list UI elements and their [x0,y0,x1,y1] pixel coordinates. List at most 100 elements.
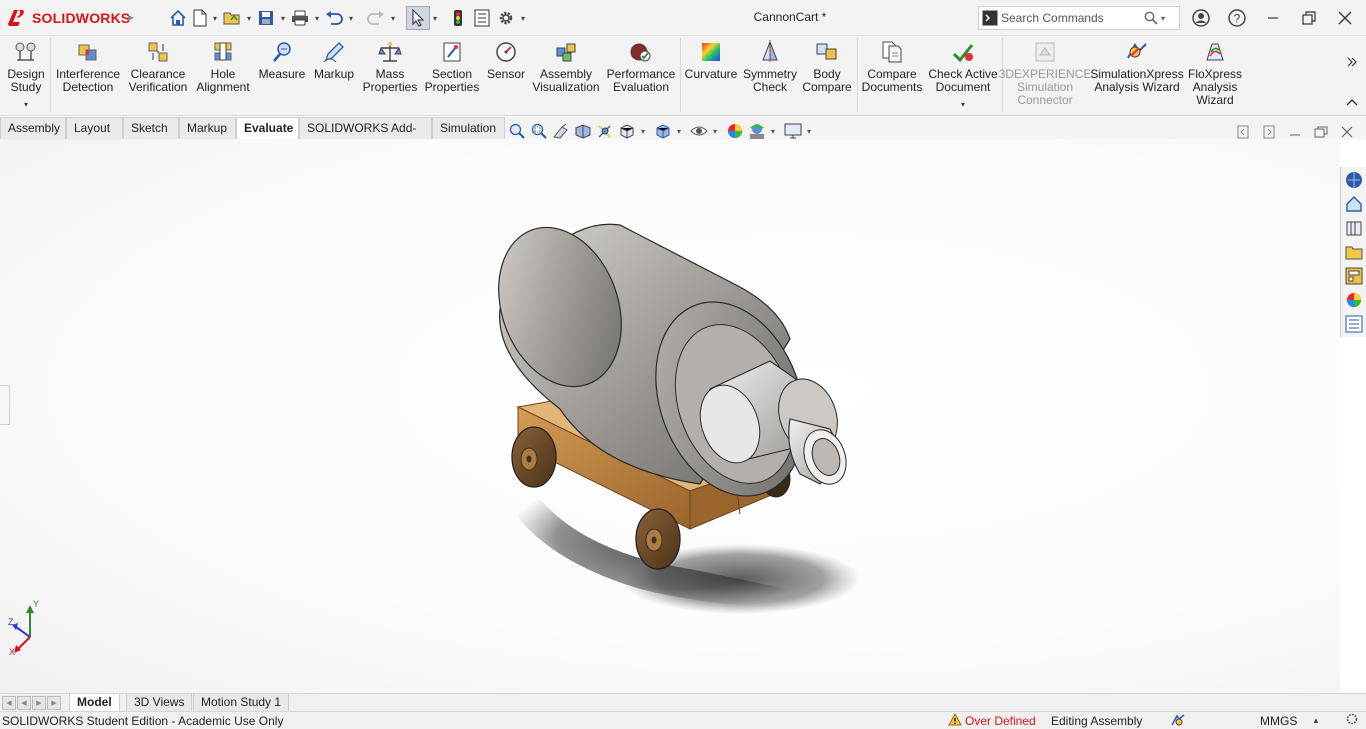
measure-button[interactable]: Measure [258,40,306,81]
design-study-dropdown-icon[interactable]: ▾ [24,98,28,111]
account-icon[interactable] [1186,6,1216,30]
last-tab-arrow-icon[interactable]: ▶ [47,696,61,710]
graphics-area[interactable]: Y Z X [0,139,1340,694]
minimize-icon[interactable] [1258,6,1288,30]
tab-simulation[interactable]: Simulation [432,117,505,139]
appearances-icon[interactable] [1344,290,1364,310]
interference-detection-button[interactable]: Interference Detection [56,40,120,94]
tab-solidworks-add-ins[interactable]: SOLIDWORKS Add-Ins [299,117,432,156]
check-document-dropdown-icon[interactable]: ▾ [961,98,965,111]
tab-motion-study-1[interactable]: Motion Study 1 [193,694,290,712]
hole-alignment-button[interactable]: Hole Alignment [196,40,250,94]
options-dropdown-icon[interactable]: ▾ [518,14,528,23]
search-icon[interactable] [1141,11,1161,25]
tab-model[interactable]: Model [69,694,120,712]
rebuild-status-icon[interactable] [1170,713,1188,727]
print-dropdown-icon[interactable]: ▾ [312,14,322,23]
feature-manager-expand-handle[interactable] [0,385,10,425]
viewport-restore-icon[interactable] [1312,124,1330,140]
tab-evaluate[interactable]: Evaluate [236,117,299,139]
command-prompt-icon [979,7,1001,29]
save-icon[interactable] [254,6,278,30]
tab-sketch[interactable]: Sketch [123,117,179,139]
open-icon[interactable] [220,6,244,30]
ds-logo-icon [8,10,24,26]
options-gear-icon[interactable] [494,6,518,30]
edition-text: SOLIDWORKS Student Edition - Academic Us… [2,714,284,728]
hide-show-dropdown-icon[interactable]: ▾ [710,127,720,136]
menu-expand-icon[interactable]: ▸ [128,10,134,24]
home-icon[interactable] [166,6,190,30]
rebuild-icon[interactable] [446,6,470,30]
print-icon[interactable] [288,6,312,30]
body-compare-button[interactable]: Body Compare [802,40,852,94]
viewport-next-icon[interactable] [1260,124,1278,140]
design-library-icon[interactable] [1344,218,1364,238]
viewport-minimize-icon[interactable] [1286,124,1304,140]
sensor-button[interactable]: Sensor [484,40,528,81]
design-study-button[interactable]: Design Study ▾ [6,40,46,111]
section-properties-icon [443,42,461,62]
tab-layout[interactable]: Layout [66,117,123,139]
units-dropdown-icon[interactable]: ▲ [1312,713,1320,729]
restore-icon[interactable] [1294,6,1324,30]
units-status[interactable]: MMGS [1260,713,1297,729]
simulationxpress-button[interactable]: SimulationXpress Analysis Wizard [1090,40,1184,94]
check-active-document-button[interactable]: Check Active Document ▾ [928,40,998,111]
view-palette-icon[interactable] [1344,266,1364,286]
redo-icon[interactable] [364,6,388,30]
solidworks-resources-icon[interactable] [1344,170,1364,190]
custom-properties-icon[interactable] [1344,314,1364,334]
tab-3d-views[interactable]: 3D Views [126,694,193,712]
help-icon[interactable]: ? [1222,6,1252,30]
apply-scene-dropdown-icon[interactable]: ▾ [768,127,778,136]
file-explorer-icon[interactable] [1344,242,1364,262]
tab-assembly[interactable]: Assembly [0,117,66,139]
first-tab-arrow-icon[interactable]: ◀ [2,696,16,710]
prev-tab-arrow-icon[interactable]: ◀ [17,696,31,710]
simulation-connector-label: 3DEXPERIENCE Simulation Connector [998,67,1092,107]
save-dropdown-icon[interactable]: ▾ [278,14,288,23]
ribbon-more-icon[interactable] [1344,54,1360,70]
assembly-visualization-button[interactable]: Assembly Visualization [532,40,600,94]
undo-icon[interactable] [322,6,346,30]
symmetry-check-icon [762,40,778,64]
display-style-dropdown-icon[interactable]: ▾ [674,127,684,136]
status-customize-icon[interactable] [1346,713,1360,725]
view-settings-dropdown-icon[interactable]: ▾ [804,127,814,136]
mass-properties-label: Mass Properties [362,67,418,94]
file-properties-icon[interactable] [470,6,494,30]
close-icon[interactable] [1330,6,1360,30]
compare-documents-button[interactable]: Compare Documents [862,40,922,94]
view-orientation-dropdown-icon[interactable]: ▾ [638,127,648,136]
mass-properties-button[interactable]: Mass Properties [362,40,418,94]
section-properties-button[interactable]: Section Properties [424,40,480,94]
viewport-close-icon[interactable] [1338,124,1356,140]
performance-evaluation-button[interactable]: Performance Evaluation [606,40,676,94]
search-dropdown-icon[interactable]: ▾ [1161,14,1173,23]
floxpress-button[interactable]: FloXpress Analysis Wizard [1188,40,1242,107]
home-icon[interactable] [1344,194,1364,214]
new-document-icon[interactable] [190,6,210,30]
markup-button[interactable]: Markup [312,40,356,81]
over-defined-status[interactable]: Over Defined [965,713,1036,729]
simulation-connector-button[interactable]: 3DEXPERIENCE Simulation Connector [999,40,1091,107]
next-tab-arrow-icon[interactable]: ▶ [32,696,46,710]
ribbon-collapse-icon[interactable] [1344,94,1360,110]
undo-dropdown-icon[interactable]: ▾ [346,14,356,23]
redo-dropdown-icon[interactable]: ▾ [388,14,398,23]
symmetry-check-button[interactable]: Symmetry Check [742,40,798,94]
select-dropdown-icon[interactable]: ▾ [430,14,440,23]
tab-markup[interactable]: Markup [179,117,236,139]
open-dropdown-icon[interactable]: ▾ [244,14,254,23]
new-dropdown-icon[interactable]: ▾ [210,14,220,23]
viewport-prev-icon[interactable] [1234,124,1252,140]
clearance-verification-button[interactable]: Clearance Verification [126,40,190,94]
search-input[interactable] [1001,8,1141,28]
section-properties-label: Section Properties [424,67,480,94]
cannon-cart-model[interactable] [0,139,1340,694]
solidworks-logo[interactable]: SOLIDWORKS [6,8,130,28]
search-commands-box[interactable]: ▾ [978,6,1180,30]
select-cursor-icon[interactable] [406,6,430,30]
curvature-button[interactable]: Curvature [684,40,738,81]
